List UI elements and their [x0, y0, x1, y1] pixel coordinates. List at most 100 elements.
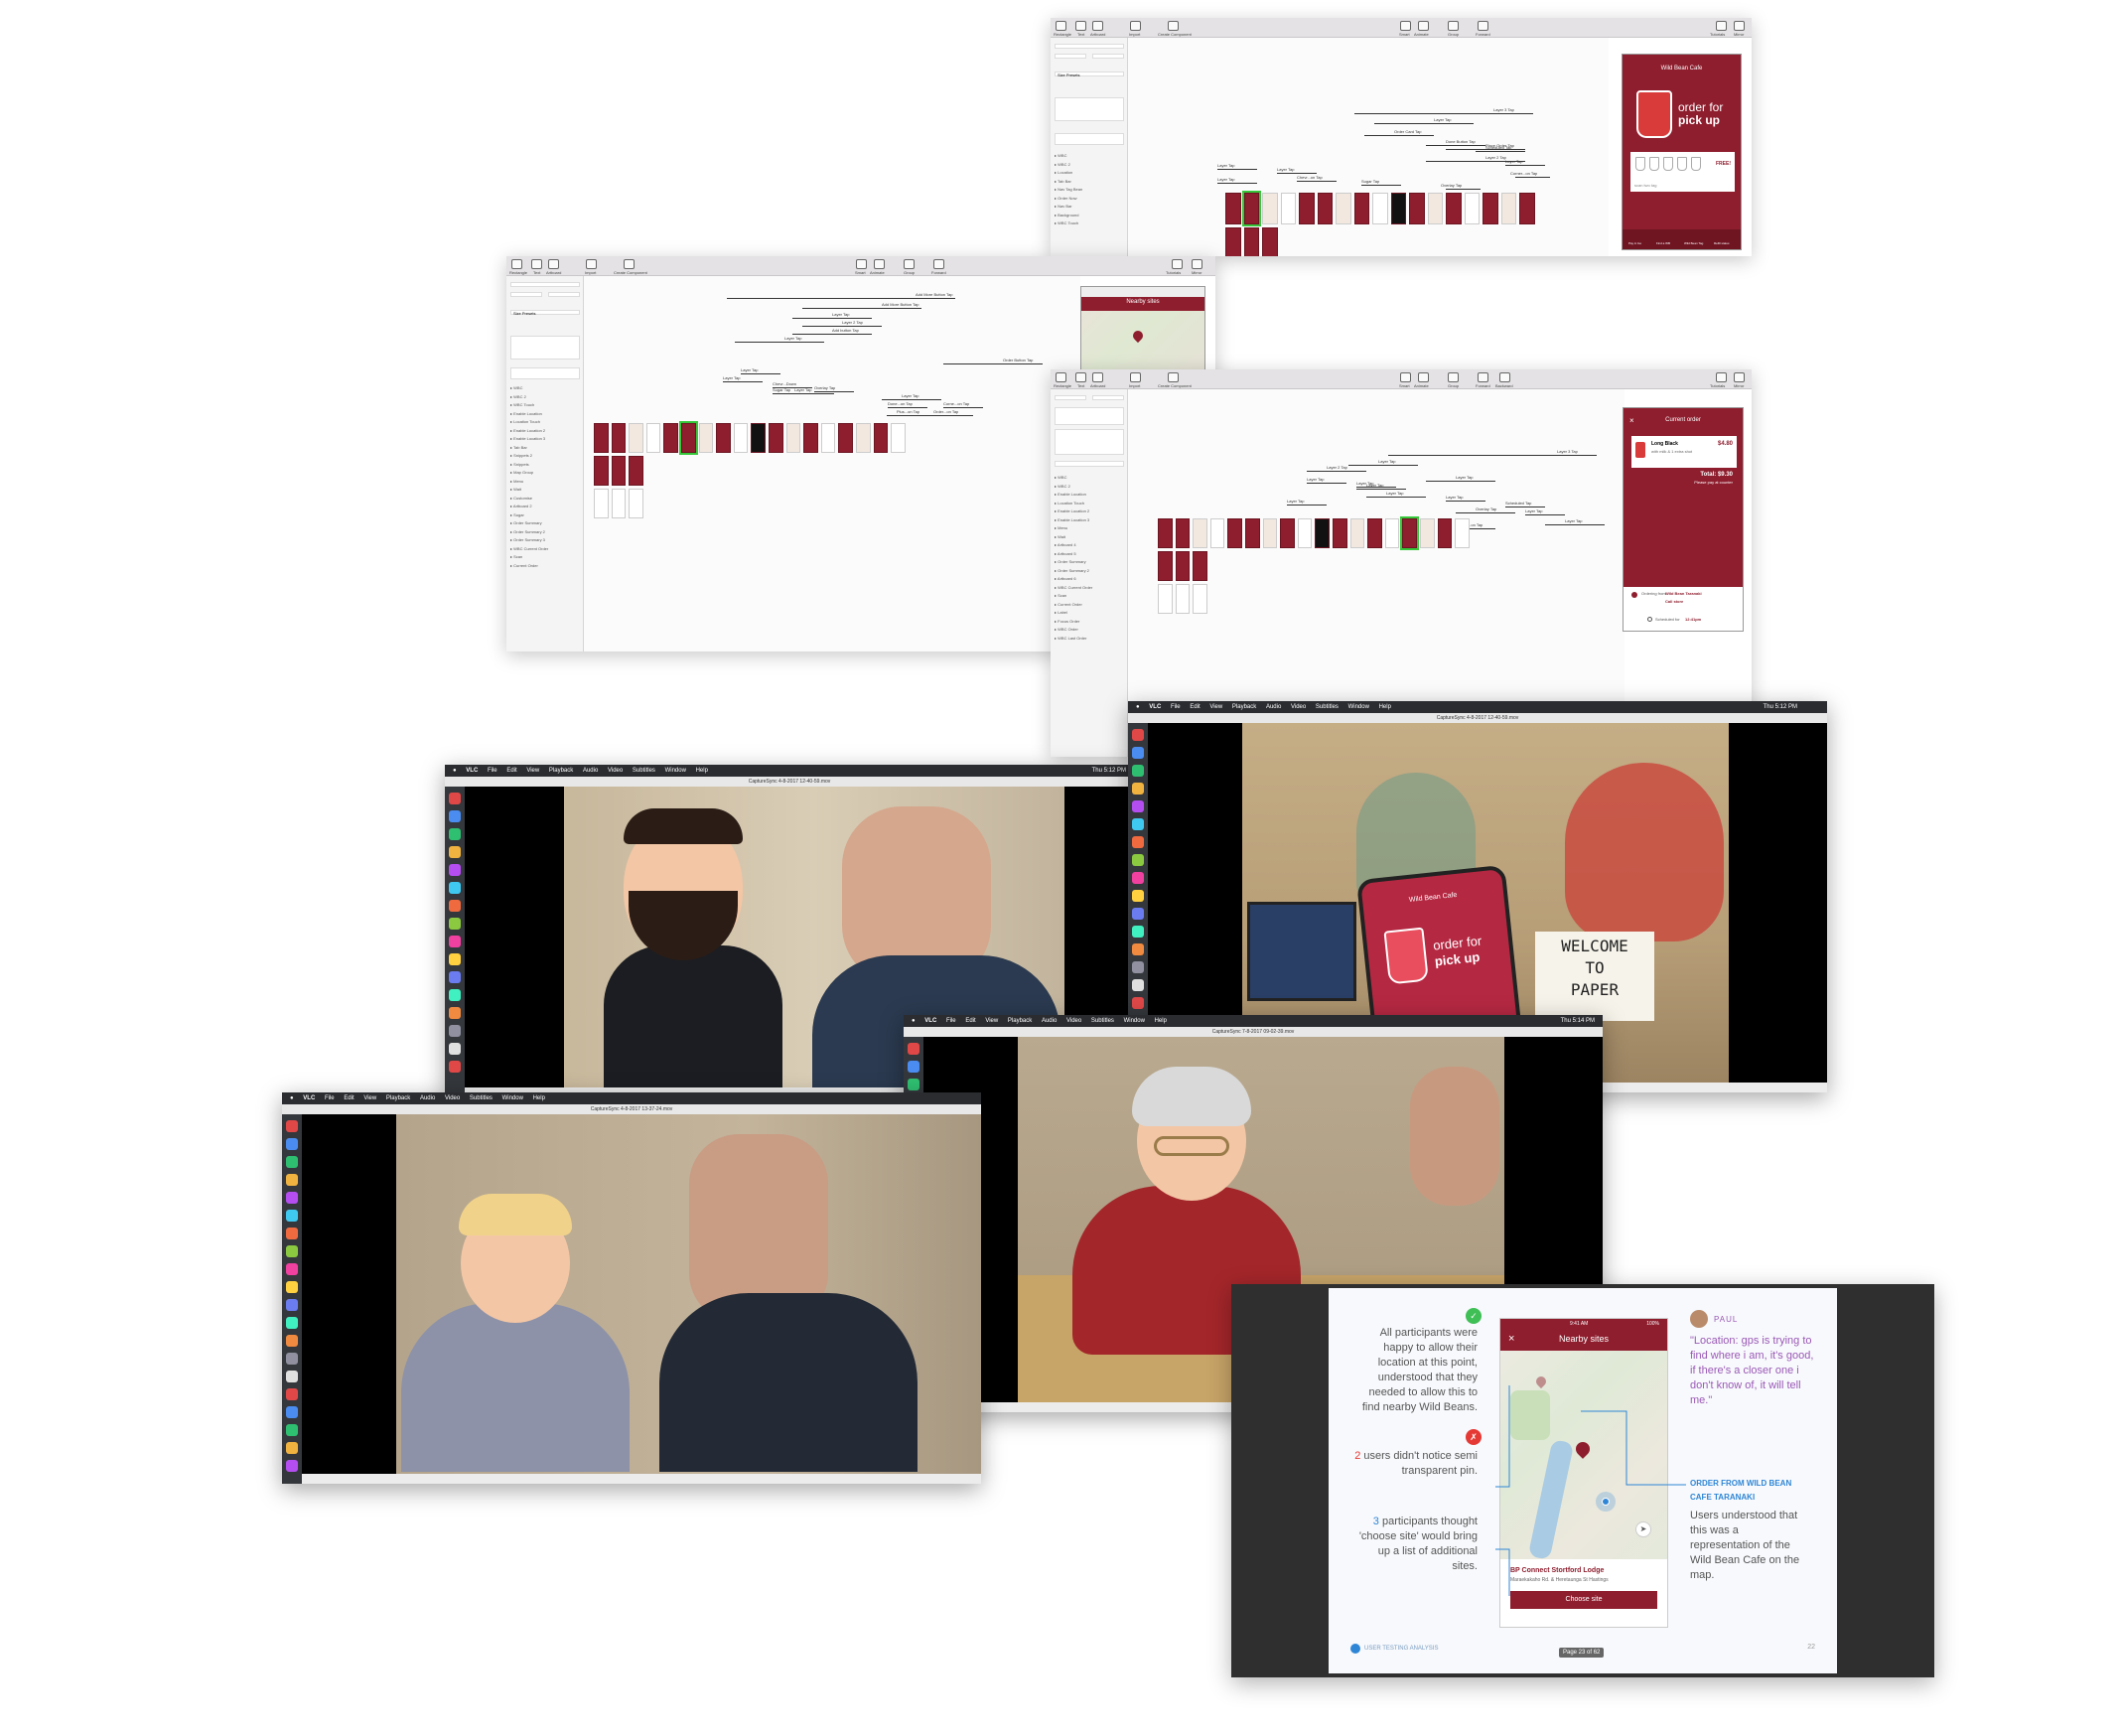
layer-item[interactable]: ▸ Order Summary: [1055, 559, 1086, 564]
artboard-thumbnail[interactable]: [751, 423, 766, 453]
dock-app-icon[interactable]: [1132, 854, 1144, 866]
artboard-thumbnail[interactable]: [611, 456, 627, 486]
artboard-thumbnail[interactable]: [663, 423, 678, 453]
dock-app-icon[interactable]: [286, 1353, 298, 1365]
dock-app-icon[interactable]: [449, 1061, 461, 1073]
group-icon[interactable]: [1448, 372, 1459, 382]
size-presets-select[interactable]: Size Presets: [1055, 72, 1124, 77]
store-pin-icon[interactable]: [1573, 1439, 1593, 1459]
menu-playback[interactable]: Playback: [1232, 704, 1256, 710]
menu-video[interactable]: Video: [445, 1095, 460, 1101]
smart-icon[interactable]: [1400, 372, 1411, 382]
dock-app-icon[interactable]: [286, 1281, 298, 1293]
animate-icon[interactable]: [1418, 21, 1429, 31]
menu-playback[interactable]: Playback: [1008, 1018, 1032, 1024]
artboard-thumbnail[interactable]: [1245, 518, 1260, 548]
dock-app-icon[interactable]: [449, 953, 461, 965]
dock-app-icon[interactable]: [286, 1299, 298, 1311]
layer-item[interactable]: ▸ Enable Location 3: [510, 436, 545, 441]
rectangle-tool-icon[interactable]: [511, 259, 522, 269]
dock-app-icon[interactable]: [1132, 765, 1144, 777]
artboard-thumbnail[interactable]: [1483, 193, 1498, 224]
menu-vlc[interactable]: VLC: [1149, 704, 1161, 710]
layer-item[interactable]: ▸ Menu: [1055, 525, 1067, 530]
import-icon[interactable]: [1130, 372, 1141, 382]
dock-app-icon[interactable]: [449, 793, 461, 804]
artboard-thumbnail[interactable]: [1409, 193, 1425, 224]
menu-window[interactable]: Window: [1348, 704, 1369, 710]
layer-item[interactable]: ▸ Location Touch: [510, 419, 540, 424]
menu-help[interactable]: Help: [533, 1095, 545, 1101]
layer-item[interactable]: ▸ Enable Location 3: [1055, 517, 1089, 522]
dock-app-icon[interactable]: [286, 1406, 298, 1418]
artboard-thumbnail[interactable]: [1315, 518, 1330, 548]
dock-app-icon[interactable]: [449, 1007, 461, 1019]
group-icon[interactable]: [1448, 21, 1459, 31]
dock-app-icon[interactable]: [449, 810, 461, 822]
artboard-thumbnail[interactable]: [1227, 518, 1242, 548]
artboard-thumbnail[interactable]: [1372, 193, 1388, 224]
artboard-thumbnail[interactable]: [1317, 193, 1333, 224]
menu-window[interactable]: Window: [1124, 1018, 1145, 1024]
dock-app-icon[interactable]: [449, 918, 461, 930]
layer-item[interactable]: ▸ Nav Bar: [1055, 204, 1072, 209]
dock-app-icon[interactable]: [1132, 997, 1144, 1009]
layer-item[interactable]: ▸ WBC 2: [1055, 484, 1070, 489]
artboard-thumbnail[interactable]: [733, 423, 749, 453]
layer-item[interactable]: ▸ WBC Last Order: [1055, 636, 1086, 641]
menu-help[interactable]: Help: [1379, 704, 1391, 710]
layer-item[interactable]: ▸ Order Summary 2: [510, 529, 545, 534]
dock-app-icon[interactable]: [1132, 943, 1144, 955]
menu-file[interactable]: File: [488, 768, 497, 774]
dock-app-icon[interactable]: [286, 1388, 298, 1400]
dock-app-icon[interactable]: [286, 1424, 298, 1436]
artboard-thumbnail[interactable]: [873, 423, 889, 453]
menu-playback[interactable]: Playback: [549, 768, 573, 774]
layer-item[interactable]: ▸ Current Order: [1055, 602, 1082, 607]
import-icon[interactable]: [586, 259, 597, 269]
selected-artboard[interactable]: [679, 421, 698, 455]
artboard-thumbnail[interactable]: [769, 423, 783, 453]
menu-subtitles[interactable]: Subtitles: [1091, 1018, 1114, 1024]
component-icon[interactable]: [1168, 372, 1179, 382]
dock-app-icon[interactable]: [286, 1317, 298, 1329]
artboard-thumbnail[interactable]: [1500, 193, 1516, 224]
menu-vlc[interactable]: VLC: [924, 1018, 936, 1024]
artboard-thumbnail[interactable]: [629, 423, 643, 453]
dock-app-icon[interactable]: [286, 1335, 298, 1347]
layer-item[interactable]: ▸ Scan: [510, 554, 522, 559]
choose-site-button[interactable]: Choose site: [1510, 1591, 1657, 1609]
tutorials-icon[interactable]: [1716, 21, 1727, 31]
layer-item[interactable]: ▸ Enable Location: [1055, 492, 1086, 497]
menu-audio[interactable]: Audio: [1042, 1018, 1057, 1024]
artboard-thumbnail[interactable]: [594, 489, 609, 518]
dock-app-icon[interactable]: [1132, 800, 1144, 812]
artboard-thumbnail[interactable]: [1437, 518, 1453, 548]
apple-icon[interactable]: ●: [453, 768, 457, 774]
dock-app-icon[interactable]: [449, 900, 461, 912]
artboard-thumbnail[interactable]: [1243, 227, 1259, 256]
dock-app-icon[interactable]: [1132, 890, 1144, 902]
artboard-thumbnail[interactable]: [1455, 518, 1470, 548]
dock-app-icon[interactable]: [449, 971, 461, 983]
menu-video[interactable]: Video: [608, 768, 623, 774]
dock-app-icon[interactable]: [1132, 908, 1144, 920]
height-field[interactable]: [548, 292, 580, 297]
animate-icon[interactable]: [874, 259, 885, 269]
layer-item[interactable]: ▸ WBC Touch: [1055, 220, 1078, 225]
locate-me-icon[interactable]: ➤: [1635, 1521, 1651, 1537]
layer-item[interactable]: ▸ WBC Current Order: [1055, 585, 1092, 590]
artboard-thumbnail[interactable]: [1175, 584, 1191, 614]
layer-item[interactable]: ▸ WBC: [1055, 475, 1066, 480]
dock-app-icon[interactable]: [1132, 979, 1144, 991]
menu-audio[interactable]: Audio: [420, 1095, 435, 1101]
dock-app-icon[interactable]: [908, 1079, 919, 1090]
layer-item[interactable]: ▸ Snippets: [510, 462, 529, 467]
dock-app-icon[interactable]: [286, 1228, 298, 1239]
layer-item[interactable]: ▸ Menu: [510, 479, 523, 484]
dock-app-icon[interactable]: [286, 1460, 298, 1472]
tutorials-icon[interactable]: [1716, 372, 1727, 382]
apple-icon[interactable]: ●: [290, 1095, 294, 1101]
artboard-thumbnail[interactable]: [1336, 193, 1351, 224]
dock-app-icon[interactable]: [286, 1442, 298, 1454]
